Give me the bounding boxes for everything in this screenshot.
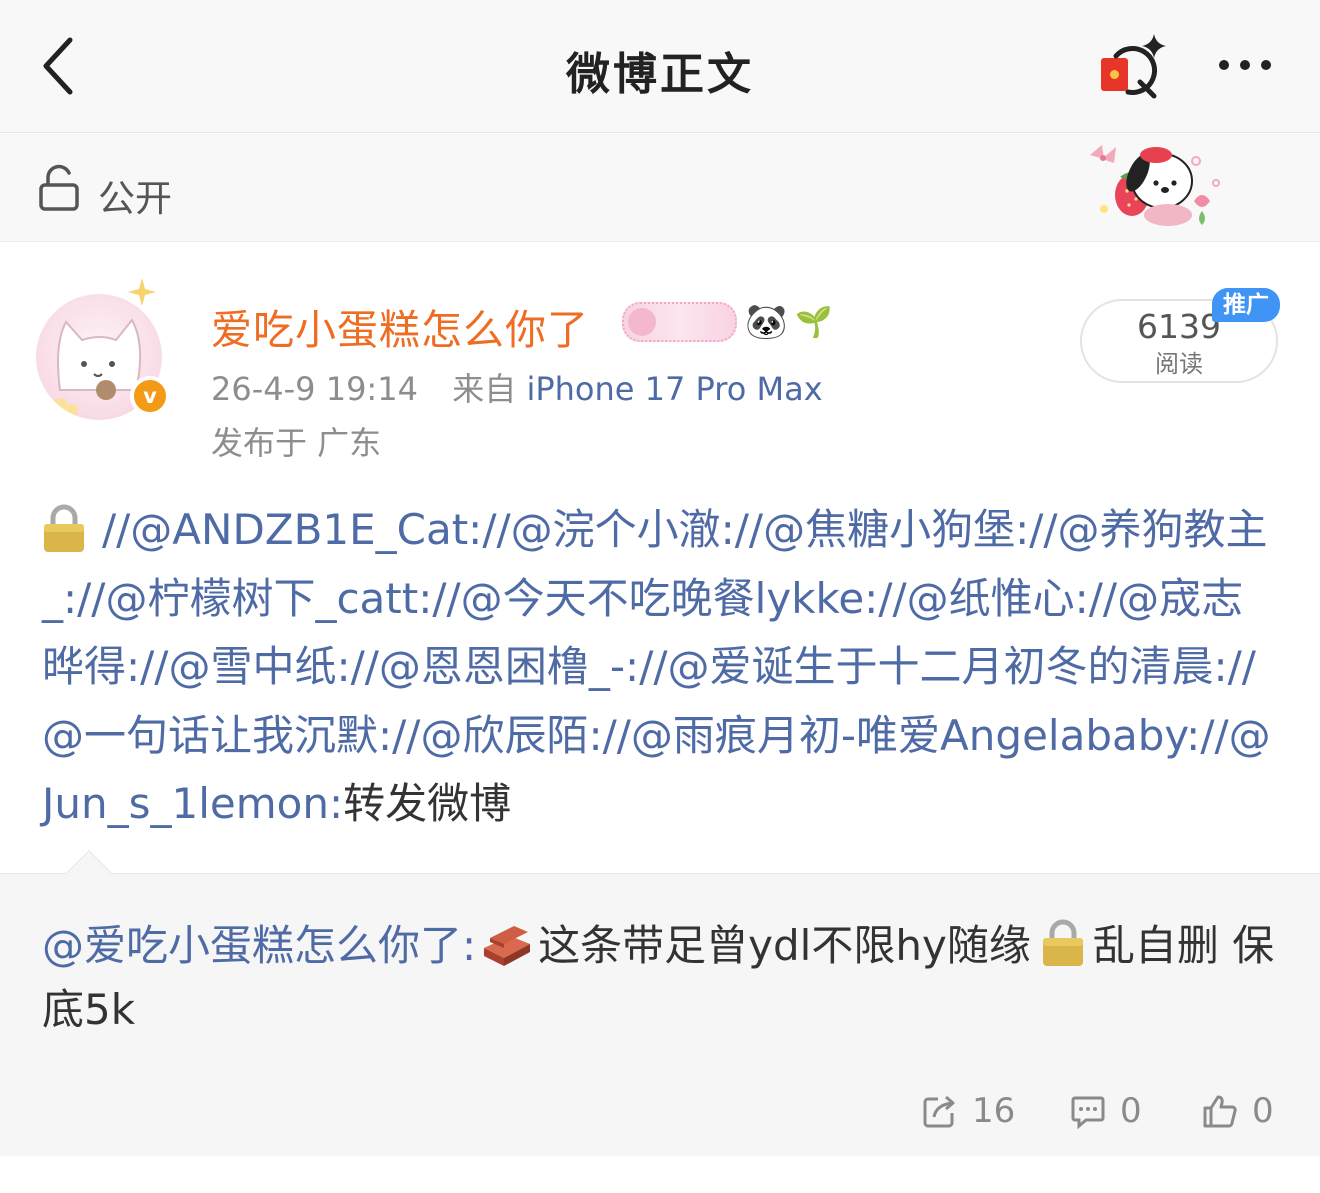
pochacco-sticker-image (1090, 145, 1220, 226)
card-notch (64, 849, 114, 899)
post-datetime: 26-4-9 19:14 (211, 370, 418, 408)
promote-tag[interactable]: 推广 (1212, 288, 1280, 322)
repost-chain-tail: 转发微博 (343, 779, 512, 828)
ai-search-button[interactable] (1096, 30, 1174, 104)
repost-count: 16 (972, 1091, 1016, 1131)
like-button[interactable]: 0 (1202, 1088, 1274, 1134)
more-dots-icon (1219, 60, 1229, 70)
name-decorations: 🐼 🌱 (622, 300, 833, 344)
comment-button[interactable]: 0 (1070, 1088, 1142, 1134)
username[interactable]: 爱吃小蛋糕怎么你了 (211, 296, 589, 356)
brick-emoji-icon (484, 926, 531, 966)
visibility-label: 公开 (98, 177, 172, 220)
share-icon (923, 1095, 955, 1128)
ai-search-icon (1113, 34, 1166, 99)
more-button[interactable] (1205, 40, 1285, 90)
source-prefix: 来自 (452, 370, 517, 408)
original-post-text: @爱吃小蛋糕怎么你了: 这条带足曾ydl不限hy随缘 乱自删 保底5k (42, 914, 1282, 1042)
repost-button[interactable]: 16 (922, 1088, 1015, 1134)
verified-badge-icon: v (130, 376, 170, 416)
comment-icon (1071, 1096, 1105, 1129)
page-bottom-spacer (0, 1157, 1320, 1193)
post-meta: 26-4-9 19:14 来自 iPhone 17 Pro Max (211, 364, 823, 410)
thumbs-up-icon (1203, 1095, 1237, 1128)
lock-emoji-icon (1042, 919, 1083, 966)
post-location: 发布于 广东 (211, 424, 382, 462)
original-text-part1: 这条带足曾ydl不限hy随缘 (538, 921, 1031, 970)
lock-open-icon (39, 164, 79, 211)
like-count: 0 (1252, 1091, 1274, 1131)
read-label: 阅读 (1155, 350, 1203, 378)
original-post-card[interactable]: @爱吃小蛋糕怎么你了: 这条带足曾ydl不限hy随缘 乱自删 保底5k 16 0 (0, 849, 1320, 1156)
post-source[interactable]: iPhone 17 Pro Max (526, 370, 822, 408)
user-avatar[interactable]: v (36, 268, 174, 420)
comment-count: 0 (1120, 1091, 1142, 1131)
lock-emoji-icon (44, 504, 84, 552)
repost-chain: //@ANDZB1E_Cat://@浣个小澈://@焦糖小狗堡://@养狗教主_… (42, 496, 1282, 839)
panda-emoji-icon: 🐼 (745, 302, 788, 342)
top-navigation-bar: 微博正文 (0, 0, 1320, 133)
original-author-mention[interactable]: @爱吃小蛋糕怎么你了: (42, 921, 476, 970)
bunny-badge-icon (622, 302, 737, 342)
sparkle-icon (128, 278, 156, 306)
repost-chain-text[interactable]: //@ANDZB1E_Cat://@浣个小澈://@焦糖小狗堡://@养狗教主_… (42, 505, 1271, 828)
sprout-emoji-icon: 🌱 (795, 304, 833, 340)
